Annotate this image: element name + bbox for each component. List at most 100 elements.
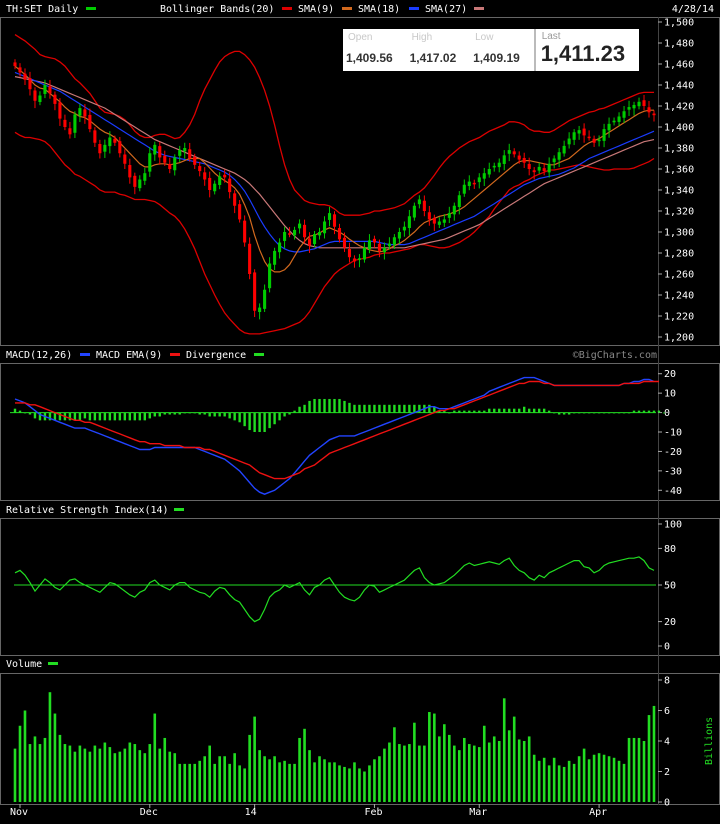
- divergence-bar: [333, 398, 336, 413]
- price-candle: [372, 238, 376, 243]
- volume-bar: [462, 737, 466, 802]
- divergence-label: Divergence: [186, 350, 246, 361]
- macd-y-tick-label: 0: [664, 408, 670, 419]
- price-candle: [128, 165, 132, 178]
- divergence-bar: [208, 412, 211, 417]
- volume-bar: [98, 748, 102, 802]
- divergence-bar: [88, 412, 92, 421]
- price-candle: [68, 128, 72, 135]
- price-candle: [422, 200, 426, 211]
- divergence-bar: [258, 412, 261, 432]
- divergence-bar: [408, 404, 411, 413]
- volume-bar: [168, 751, 172, 802]
- macd-ema-label: MACD EMA(9): [96, 350, 162, 361]
- macd-y-tick-label: 20: [664, 369, 676, 380]
- volume-bar: [393, 727, 396, 802]
- volume-bar: [482, 725, 486, 802]
- volume-bar: [258, 750, 261, 802]
- price-candle: [108, 137, 112, 147]
- price-y-tick-label: 1,400: [664, 123, 694, 134]
- price-candle: [342, 237, 347, 248]
- volume-bar: [453, 745, 456, 802]
- price-y-tick-label: 1,440: [664, 81, 694, 92]
- volume-bar: [123, 748, 127, 802]
- volume-bar: [343, 766, 346, 802]
- divergence-bar: [173, 412, 176, 415]
- divergence-bar: [168, 412, 171, 415]
- volume-bar: [273, 756, 276, 802]
- volume-bar: [652, 705, 656, 802]
- price-candle: [562, 145, 566, 154]
- divergence-bar: [358, 404, 361, 413]
- divergence-bar: [83, 412, 87, 419]
- sma18-legend-swatch: [409, 7, 419, 10]
- low-value: 1,409.19: [473, 51, 520, 65]
- price-candle: [592, 138, 596, 143]
- volume-bar: [622, 763, 626, 802]
- volume-bar: [223, 756, 226, 802]
- divergence-bar: [652, 410, 656, 413]
- volume-bar: [487, 742, 491, 802]
- divergence-bar: [532, 408, 536, 413]
- price-y-tick-label: 1,220: [664, 312, 694, 323]
- x-tick-label: Dec: [140, 807, 158, 818]
- macd-y-tick-label: -20: [664, 447, 682, 458]
- divergence-bar: [328, 398, 331, 413]
- volume-bar: [403, 745, 406, 802]
- volume-bar: [522, 741, 526, 802]
- volume-bar: [193, 763, 197, 802]
- divergence-bar: [547, 410, 551, 413]
- divergence-bar: [223, 412, 226, 417]
- rsi-y-tick-label: 80: [664, 544, 676, 555]
- price-candle: [158, 146, 162, 158]
- price-candle: [362, 247, 367, 260]
- price-candle: [208, 177, 212, 190]
- chart-svg: TH:SET Daily Bollinger Bands(20) SMA(9) …: [0, 0, 720, 820]
- price-candle: [512, 151, 516, 155]
- divergence-bar: [567, 412, 571, 415]
- price-y-tick-label: 1,300: [664, 228, 694, 239]
- divergence-bar: [243, 412, 246, 427]
- volume-bar: [577, 756, 581, 802]
- rsi-y-tick-label: 50: [664, 581, 676, 592]
- volume-bar: [153, 713, 157, 802]
- divergence-bar: [308, 400, 311, 413]
- high-value: 1,417.02: [409, 51, 457, 65]
- price-candle: [352, 258, 357, 262]
- volume-y-tick-label: 0: [664, 798, 670, 809]
- price-candle: [38, 95, 42, 103]
- macd-legend-swatch: [80, 353, 90, 356]
- volume-bar: [248, 734, 251, 802]
- volume-bar: [358, 768, 361, 802]
- price-candle: [532, 170, 536, 173]
- volume-bar: [512, 716, 516, 802]
- price-candle: [437, 221, 441, 225]
- price-y-tick-label: 1,380: [664, 144, 694, 155]
- divergence-bar: [647, 410, 651, 413]
- price-candle: [163, 155, 167, 163]
- bollinger-label: Bollinger Bands(20): [160, 4, 274, 15]
- price-candle: [138, 179, 142, 189]
- volume-bar: [572, 763, 576, 802]
- volume-bar: [198, 760, 202, 802]
- divergence-bar: [118, 412, 122, 421]
- price-candle: [183, 148, 187, 152]
- divergence-bar: [263, 412, 266, 432]
- divergence-bar: [582, 412, 586, 414]
- volume-bar: [637, 737, 641, 802]
- volume-legend-swatch: [48, 662, 58, 665]
- volume-bar: [562, 766, 566, 802]
- price-y-tick-label: 1,500: [664, 18, 694, 29]
- volume-bar: [587, 759, 591, 802]
- price-candle: [78, 108, 82, 116]
- price-candle: [387, 243, 391, 247]
- volume-bar: [433, 713, 436, 802]
- rsi-label: Relative Strength Index(14): [6, 505, 169, 516]
- volume-bar: [253, 716, 256, 802]
- price-candle: [337, 228, 342, 240]
- volume-bar: [592, 754, 596, 802]
- divergence-bar: [218, 412, 221, 417]
- divergence-bar: [323, 398, 326, 413]
- volume-bar: [113, 753, 117, 802]
- divergence-bar: [622, 412, 626, 414]
